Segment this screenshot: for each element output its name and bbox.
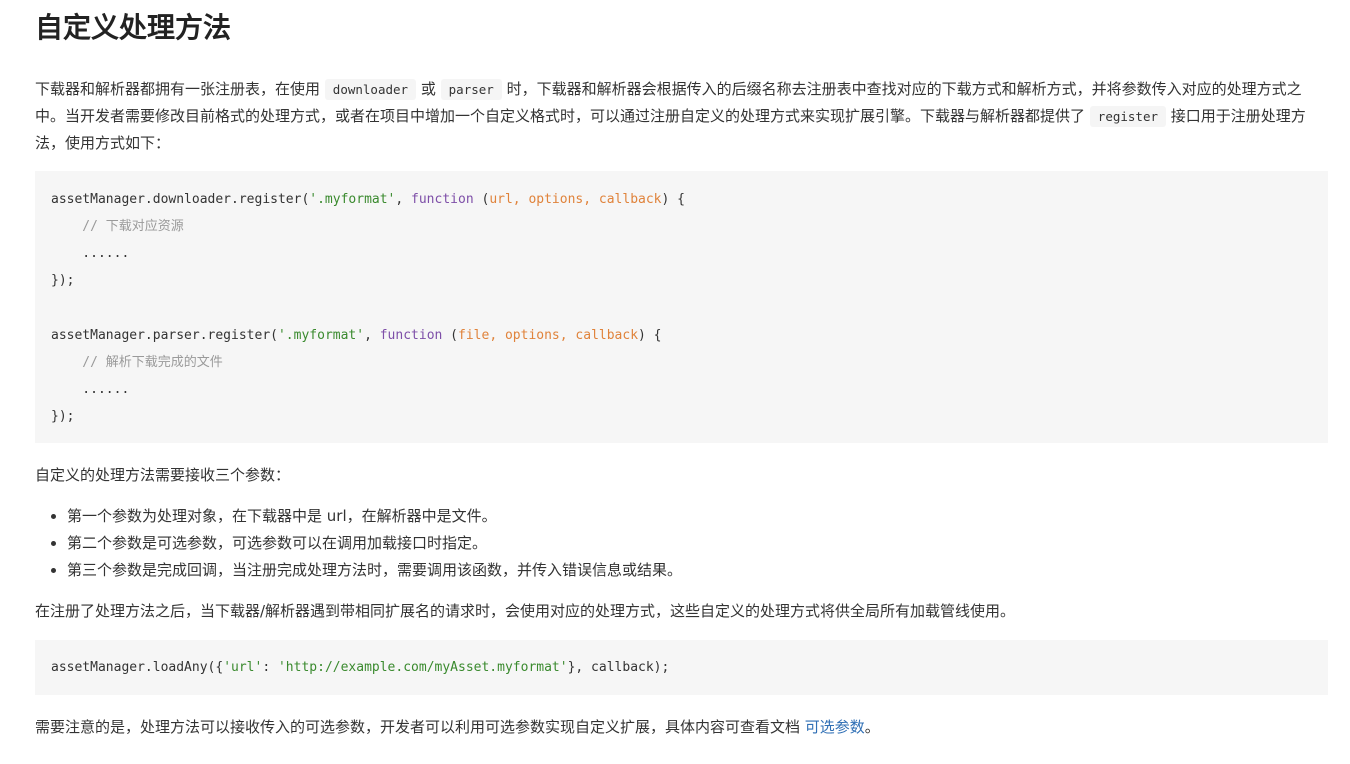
inline-code-register: register — [1089, 106, 1167, 127]
code-params: url, options, callback — [489, 192, 662, 207]
code-token: ( — [442, 328, 459, 343]
code-token: assetManager.loadAny({ — [51, 660, 224, 675]
code-keyword: function — [379, 328, 443, 343]
note-end: 。 — [864, 718, 880, 736]
code-token: ( — [473, 192, 490, 207]
section-title: 自定义处理方法 — [35, 11, 232, 44]
code-line: }); — [51, 273, 75, 288]
intro-paragraph: 下载器和解析器都拥有一张注册表，在使用 downloader 或 parser … — [35, 76, 1328, 157]
bullet-icon — [51, 514, 56, 519]
list-item-text: 第二个参数是可选参数，可选参数可以在调用加载接口时指定。 — [67, 534, 488, 552]
intro-text-1: 下载器和解析器都拥有一张注册表，在使用 — [35, 80, 321, 98]
after-register-paragraph: 在注册了处理方法之后，当下载器/解析器遇到带相同扩展名的请求时，会使用对应的处理… — [35, 602, 1016, 620]
code-token: }, callback); — [567, 660, 670, 675]
params-list: 第一个参数为处理对象，在下载器中是 url，在解析器中是文件。 第二个参数是可选… — [35, 503, 1328, 584]
code-block-loadany: assetManager.loadAny({'url': 'http://exa… — [35, 640, 1328, 695]
code-token: ) { — [638, 328, 662, 343]
bullet-icon — [51, 541, 56, 546]
list-item: 第三个参数是完成回调，当注册完成处理方法时，需要调用该函数，并传入错误信息或结果… — [35, 557, 1328, 584]
bullet-icon — [51, 568, 56, 573]
inline-code-downloader: downloader — [324, 79, 417, 100]
code-line: ...... — [51, 382, 130, 397]
code-comment: // 解析下载完成的文件 — [51, 355, 223, 370]
code-line: assetManager.loadAny({'url': 'http://exa… — [51, 654, 669, 681]
list-item-text: 第三个参数是完成回调，当注册完成处理方法时，需要调用该函数，并传入错误信息或结果… — [67, 561, 683, 579]
code-string: 'http://example.com/myAsset.myformat' — [277, 660, 568, 675]
code-token: : — [262, 660, 278, 675]
code-token: ) { — [661, 192, 685, 207]
code-string: 'url' — [223, 660, 263, 675]
list-item-text: 第一个参数为处理对象，在下载器中是 url，在解析器中是文件。 — [67, 507, 497, 525]
optional-params-link[interactable]: 可选参数 — [805, 718, 865, 736]
code-token: , — [364, 328, 380, 343]
code-string: '.myformat' — [277, 328, 365, 343]
params-intro: 自定义的处理方法需要接收三个参数： — [35, 466, 291, 484]
code-comment: // 下载对应资源 — [51, 219, 184, 234]
code-block-register: assetManager.downloader.register('.myfor… — [35, 171, 1328, 443]
note-text: 需要注意的是，处理方法可以接收传入的可选参数，开发者可以利用可选参数实现自定义扩… — [35, 718, 805, 736]
code-token: assetManager.parser.register( — [51, 328, 278, 343]
intro-text-2: 或 — [420, 80, 436, 98]
code-keyword: function — [411, 192, 474, 207]
code-line: assetManager.downloader.register('.myfor… — [51, 186, 685, 213]
list-item: 第二个参数是可选参数，可选参数可以在调用加载接口时指定。 — [35, 530, 1328, 557]
code-string: '.myformat' — [309, 192, 396, 207]
code-line: ...... — [51, 246, 130, 261]
list-item: 第一个参数为处理对象，在下载器中是 url，在解析器中是文件。 — [35, 503, 1328, 530]
code-token: , — [395, 192, 412, 207]
code-line: assetManager.parser.register('.myformat'… — [51, 322, 662, 349]
code-token: assetManager.downloader.register( — [51, 192, 310, 207]
code-params: file, options, callback — [458, 328, 639, 343]
code-line: }); — [51, 409, 75, 424]
inline-code-parser: parser — [440, 79, 502, 100]
note-paragraph: 需要注意的是，处理方法可以接收传入的可选参数，开发者可以利用可选参数实现自定义扩… — [35, 714, 1328, 741]
